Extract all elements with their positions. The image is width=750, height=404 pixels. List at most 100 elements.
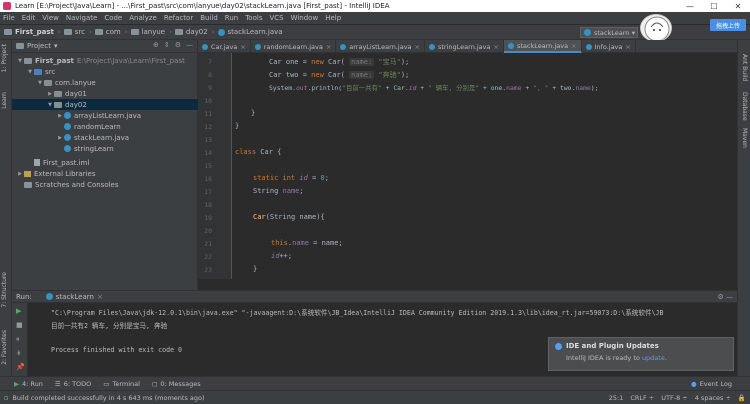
tree-item-day02[interactable]: ▼ day02 bbox=[12, 99, 198, 110]
rerun-icon[interactable]: ▶ bbox=[16, 307, 21, 315]
tool-tab-terminal[interactable]: ▭ Terminal bbox=[103, 380, 140, 388]
tab-stringlearn[interactable]: stringLearn.java × bbox=[425, 40, 504, 53]
close-icon[interactable]: × bbox=[415, 43, 420, 51]
project-panel-title[interactable]: Project bbox=[27, 42, 51, 50]
maximize-button[interactable]: ☐ bbox=[702, 0, 726, 12]
tree-item-libraries[interactable]: ▶ External Libraries bbox=[12, 168, 198, 179]
menu-vcs[interactable]: VCS bbox=[269, 14, 283, 22]
tab-randomlearn[interactable]: randomLearn.java × bbox=[251, 40, 337, 53]
file-encoding[interactable]: UTF-8 ÷ bbox=[661, 394, 687, 402]
tool-tab-learn[interactable]: Learn bbox=[1, 92, 8, 109]
breadcrumb-item[interactable]: src › bbox=[63, 28, 92, 36]
menu-code[interactable]: Code bbox=[104, 14, 122, 22]
tool-tab-messages[interactable]: ◻ 0: Messages bbox=[152, 380, 201, 388]
java-class-icon bbox=[217, 28, 225, 36]
tool-tab-database[interactable]: Database bbox=[741, 92, 748, 121]
pin-icon[interactable]: 📌 bbox=[16, 363, 25, 371]
pause-icon[interactable]: ⏸ bbox=[16, 335, 20, 344]
collapse-arrow-icon[interactable]: ▶ bbox=[16, 171, 24, 177]
menu-analyze[interactable]: Analyze bbox=[129, 14, 157, 22]
collapse-icon[interactable]: ⇕ bbox=[164, 41, 170, 49]
lock-icon[interactable]: 🔒 bbox=[738, 394, 746, 402]
indent-setting[interactable]: 4 spaces ÷ bbox=[695, 394, 731, 402]
tree-item-file[interactable]: randomLearn bbox=[12, 121, 198, 132]
tab-info[interactable]: Info.java × bbox=[582, 40, 636, 53]
menu-file[interactable]: File bbox=[3, 14, 15, 22]
close-icon[interactable]: × bbox=[240, 43, 245, 51]
collapse-arrow-icon[interactable]: ▶ bbox=[56, 113, 64, 119]
gear-icon[interactable]: ⚙ bbox=[175, 41, 181, 49]
tab-stacklearn[interactable]: stackLearn.java × bbox=[503, 40, 582, 53]
folder-icon bbox=[24, 57, 32, 64]
menu-build[interactable]: Build bbox=[200, 14, 218, 22]
close-icon[interactable]: × bbox=[494, 43, 499, 51]
code-editor[interactable]: Car one = new Car( name: "宝马"); Car two … bbox=[233, 53, 737, 279]
run-config-select[interactable]: stackLearn ▾ bbox=[580, 27, 638, 38]
breadcrumb-item[interactable]: stackLearn.java bbox=[217, 28, 283, 36]
event-log-button[interactable]: ● Event Log bbox=[691, 380, 732, 388]
menu-help[interactable]: Help bbox=[325, 14, 341, 22]
menu-edit[interactable]: Edit bbox=[22, 14, 36, 22]
tool-tab-project[interactable]: 1: Project bbox=[1, 44, 8, 72]
minimize-button[interactable]: — bbox=[678, 0, 702, 12]
line-number: 8 bbox=[208, 71, 212, 79]
scroll-to-end-icon[interactable]: ↡ bbox=[16, 349, 22, 357]
close-icon[interactable]: × bbox=[326, 43, 331, 51]
run-toolbar: ▶ ■ ⏸ ↡ 📌 bbox=[12, 303, 28, 376]
java-class-icon bbox=[254, 43, 261, 50]
breadcrumb-item[interactable]: lanyue › bbox=[130, 28, 172, 36]
close-icon[interactable]: × bbox=[625, 43, 630, 51]
upload-button[interactable]: 拖拽上传 bbox=[710, 19, 746, 31]
tab-arraylistlearn[interactable]: arrayListLearn.java × bbox=[336, 40, 425, 53]
chevron-down-icon[interactable]: ▾ bbox=[54, 42, 58, 50]
tool-tab-structure[interactable]: 7: Structure bbox=[1, 272, 8, 308]
close-icon[interactable]: × bbox=[97, 293, 103, 301]
menu-refactor[interactable]: Refactor bbox=[164, 14, 193, 22]
expand-arrow-icon[interactable]: ▼ bbox=[16, 58, 24, 64]
tree-item-src[interactable]: ▼ src bbox=[12, 66, 198, 77]
menu-view[interactable]: View bbox=[42, 14, 59, 22]
tree-item-day01[interactable]: ▶ day01 bbox=[12, 88, 198, 99]
code-line: } bbox=[251, 109, 256, 117]
caret-position[interactable]: 25:1 bbox=[609, 394, 624, 402]
close-button[interactable]: ✕ bbox=[726, 0, 750, 12]
tool-tab-favorites[interactable]: 2: Favorites bbox=[1, 330, 8, 365]
tree-item-package[interactable]: ▼ com.lanyue bbox=[12, 77, 198, 88]
tree-item-file[interactable]: ▶ arrayListLearn.java bbox=[12, 110, 198, 121]
tree-item-project-root[interactable]: ▼ First_past E:\Project\Java\Learn\First_p… bbox=[12, 55, 198, 66]
menu-navigate[interactable]: Navigate bbox=[66, 14, 97, 22]
locate-icon[interactable]: ⊕ bbox=[153, 41, 159, 49]
gear-icon[interactable]: ⚙ — bbox=[717, 293, 733, 301]
breadcrumb-item[interactable]: First_past › bbox=[4, 28, 61, 36]
expand-arrow-icon[interactable]: ▼ bbox=[46, 102, 54, 108]
expand-arrow-icon[interactable]: ▼ bbox=[36, 80, 44, 86]
tree-item-file[interactable]: ▶ stackLearn.java bbox=[12, 132, 198, 143]
tree-item-file[interactable]: stringLearn bbox=[12, 143, 198, 154]
expand-arrow-icon[interactable]: ▼ bbox=[26, 69, 34, 75]
breadcrumb-item[interactable]: com › bbox=[94, 28, 128, 36]
console-line-command: "C:\Program Files\Java\jdk-12.0.1\bin\ja… bbox=[51, 309, 664, 317]
tool-tab-ant[interactable]: Ant Build bbox=[741, 54, 748, 81]
line-number: 22 bbox=[204, 253, 212, 261]
menu-tools[interactable]: Tools bbox=[245, 14, 262, 22]
tab-car[interactable]: Car.java × bbox=[198, 40, 251, 53]
tool-tab-maven[interactable]: Maven bbox=[741, 128, 748, 148]
menu-run[interactable]: Run bbox=[225, 14, 238, 22]
tree-item-iml[interactable]: First_past.iml bbox=[12, 157, 198, 168]
run-tab-stacklearn[interactable]: stackLearn × bbox=[42, 293, 107, 301]
line-number: 23 bbox=[204, 266, 212, 274]
collapse-arrow-icon[interactable]: ▶ bbox=[46, 91, 54, 97]
breadcrumb-item[interactable]: day02 › bbox=[174, 28, 215, 36]
close-icon[interactable]: × bbox=[571, 42, 576, 50]
hide-icon[interactable]: — bbox=[186, 41, 193, 49]
update-link[interactable]: update bbox=[642, 354, 665, 362]
avatar[interactable] bbox=[640, 14, 672, 42]
tool-tab-run[interactable]: ▶ 4: Run bbox=[14, 380, 43, 388]
tool-tab-todo[interactable]: ☰ 6: TODO bbox=[55, 380, 91, 388]
tree-item-scratches[interactable]: Scratches and Consoles bbox=[12, 179, 198, 190]
java-class-icon bbox=[585, 43, 592, 50]
stop-icon[interactable]: ■ bbox=[16, 321, 23, 329]
collapse-arrow-icon[interactable]: ▶ bbox=[56, 135, 64, 141]
line-separator[interactable]: CRLF ÷ bbox=[630, 394, 654, 402]
menu-window[interactable]: Window bbox=[291, 14, 319, 22]
